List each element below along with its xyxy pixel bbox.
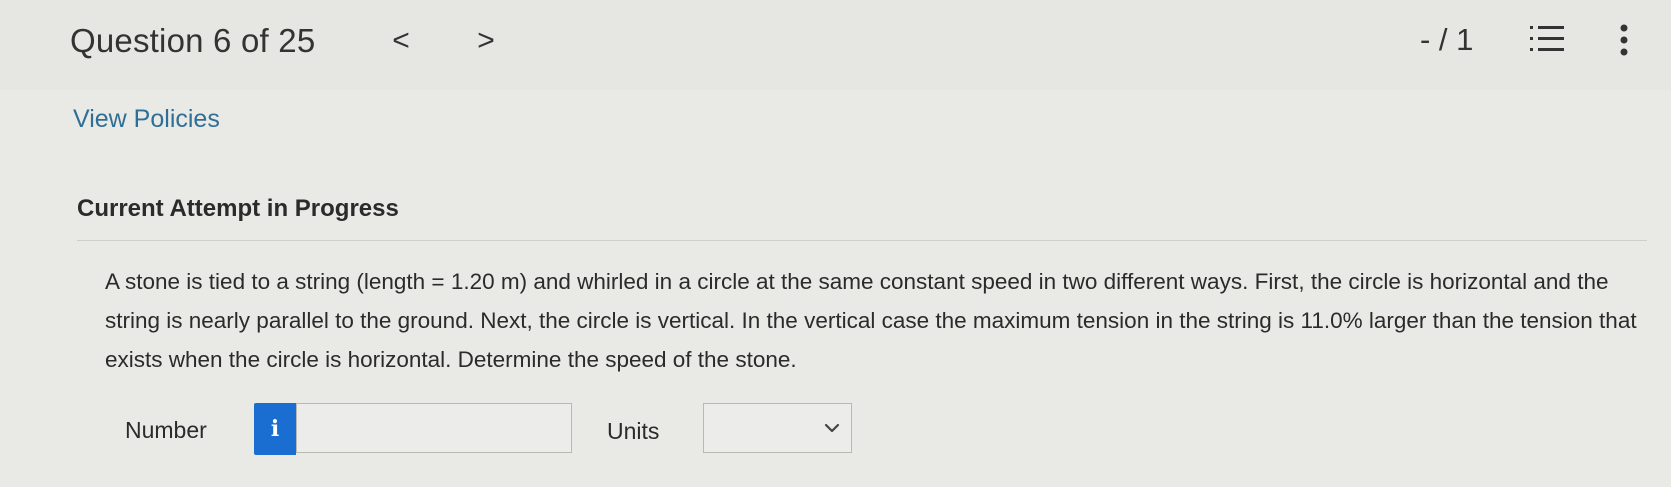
question-text: A stone is tied to a string (length = 1.… [105, 269, 1637, 372]
chevron-left-icon: < [392, 24, 410, 57]
numbered-list-icon [1530, 26, 1564, 51]
chevron-down-icon [824, 423, 840, 433]
question-list-button[interactable] [1528, 24, 1568, 56]
attempt-heading: Current Attempt in Progress [77, 195, 399, 222]
more-options-button[interactable] [1617, 22, 1631, 58]
previous-question-button[interactable]: < [388, 24, 414, 58]
score-display: - / 1 [1420, 22, 1474, 57]
units-label: Units [607, 418, 660, 444]
info-icon: i [270, 416, 280, 442]
info-button[interactable]: i [254, 403, 296, 455]
view-policies-link[interactable]: View Policies [73, 105, 220, 134]
number-label: Number [125, 417, 207, 443]
question-title: Question 6 of 25 [70, 22, 316, 59]
divider [77, 240, 1647, 241]
units-select[interactable] [703, 403, 852, 453]
number-input[interactable] [296, 403, 572, 453]
next-question-button[interactable]: > [473, 24, 499, 58]
top-bar: Question 6 of 25 < > - / 1 [0, 0, 1671, 90]
chevron-right-icon: > [477, 24, 495, 57]
vertical-ellipsis-icon [1620, 24, 1628, 56]
